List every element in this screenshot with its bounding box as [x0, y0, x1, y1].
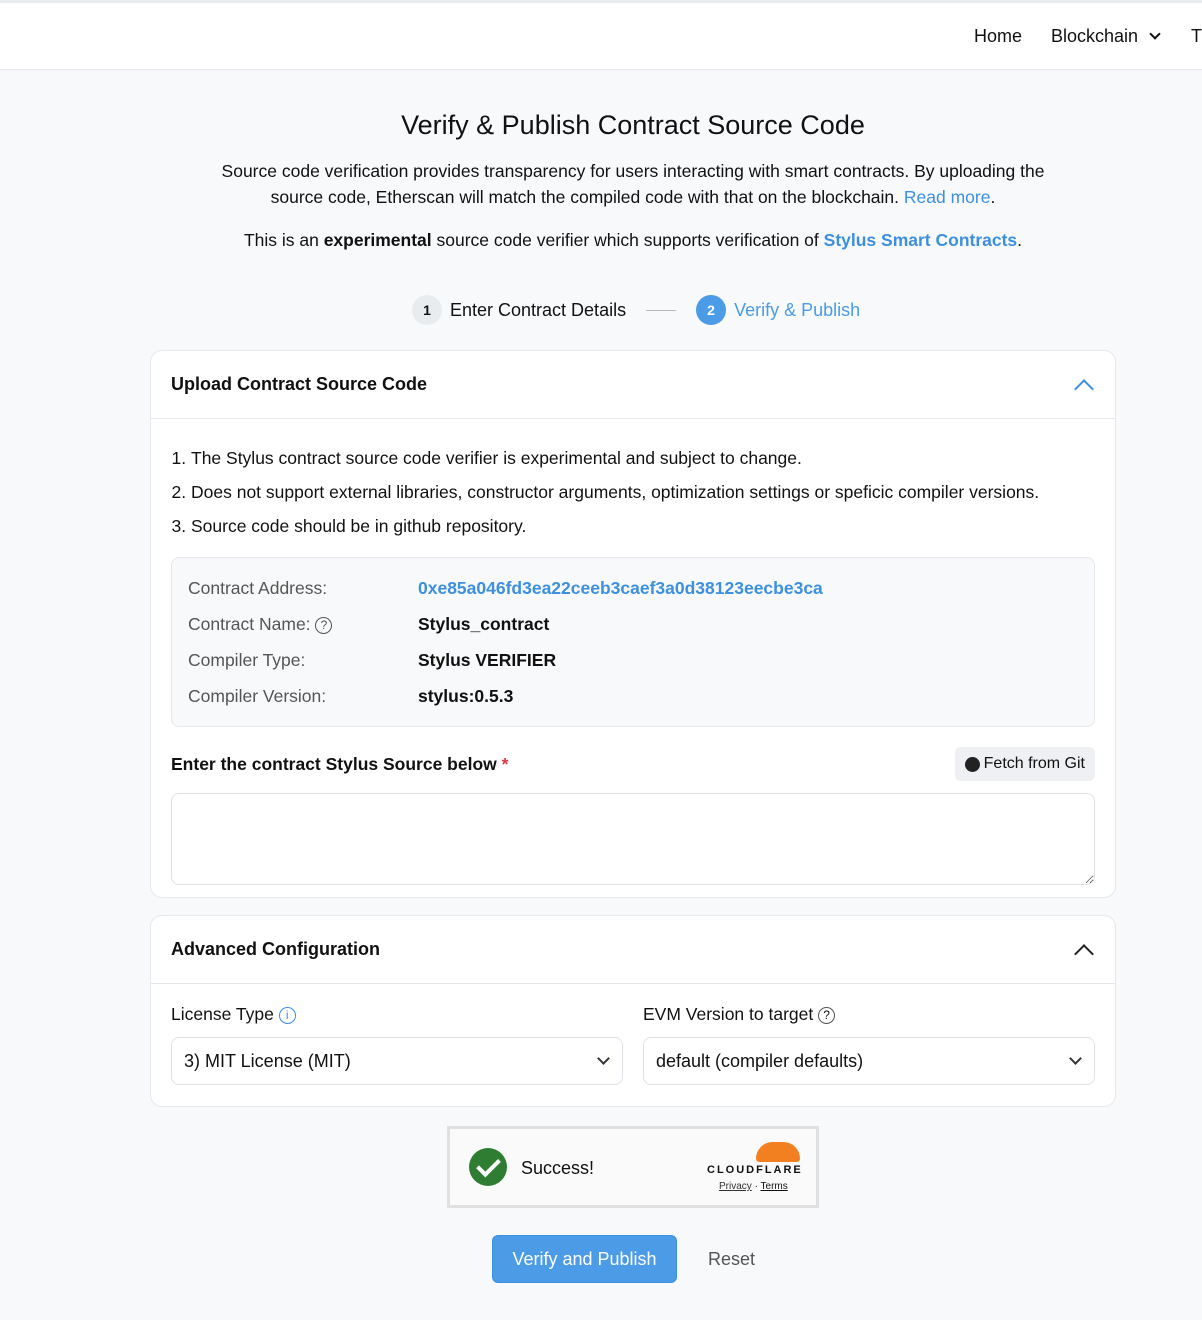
fetch-from-git-button[interactable]: Fetch from Git — [954, 747, 1095, 781]
privacy-link[interactable]: Privacy — [719, 1181, 752, 1192]
nav-home[interactable]: Home — [974, 26, 1022, 47]
step-1-label: Enter Contract Details — [450, 299, 627, 320]
contract-address-link[interactable]: 0xe85a046fd3ea22ceeb3caef3a0d38123eecbe3… — [418, 578, 823, 599]
upload-card-header[interactable]: Upload Contract Source Code — [151, 351, 1115, 419]
info-value: Stylus VERIFIER — [418, 649, 557, 670]
evm-select[interactable]: default (compiler defaults) — [643, 1037, 1095, 1085]
exp-text-2: source code verifier which supports veri… — [431, 230, 824, 250]
notes-list: The Stylus contract source code verifier… — [191, 441, 1115, 543]
license-select[interactable]: 3) MIT License (MIT) — [171, 1037, 623, 1085]
required-mark: * — [501, 753, 509, 774]
experimental-note: This is an experimental source code veri… — [243, 230, 1023, 250]
chevron-up-icon[interactable] — [1074, 378, 1094, 399]
info-key: Contract Name: ? — [188, 614, 418, 635]
read-more-link[interactable]: Read more — [904, 187, 991, 207]
captcha-status: Success! — [521, 1158, 595, 1178]
nav-tokens[interactable]: T — [1191, 26, 1202, 47]
page-title: Verify & Publish Contract Source Code — [401, 110, 865, 140]
info-value: Stylus_contract — [418, 613, 550, 634]
chevron-down-icon — [1149, 28, 1161, 40]
reset-button[interactable]: Reset — [708, 1249, 755, 1270]
info-icon[interactable]: i — [278, 1007, 296, 1024]
info-key: Compiler Version: — [188, 685, 327, 706]
info-value: stylus:0.5.3 — [418, 685, 514, 706]
upload-card-title: Upload Contract Source Code — [171, 374, 428, 394]
note-item: Source code should be in github reposito… — [191, 509, 1115, 543]
terms-link[interactable]: Terms — [761, 1181, 788, 1192]
github-icon — [964, 756, 980, 772]
success-check-icon — [469, 1148, 507, 1186]
exp-text: This is an — [243, 230, 324, 250]
chevron-down-icon — [1069, 1052, 1082, 1065]
evm-field: EVM Version to target ? default (compile… — [643, 1004, 1095, 1085]
advanced-card: Advanced Configuration License Type i 3)… — [150, 915, 1116, 1107]
stepper: 1 Enter Contract Details 2 Verify & Publ… — [412, 295, 860, 325]
source-code-textarea[interactable] — [171, 793, 1095, 885]
step-divider — [646, 309, 677, 311]
link-separator: · — [754, 1181, 758, 1192]
nav-blockchain[interactable]: Blockchain — [1051, 26, 1161, 47]
license-field: License Type i 3) MIT License (MIT) — [171, 1004, 623, 1085]
fetch-label: Fetch from Git — [983, 755, 1085, 772]
chevron-up-icon[interactable] — [1074, 943, 1094, 964]
exp-bold: experimental — [323, 230, 432, 250]
note-item: The Stylus contract source code verifier… — [191, 441, 1115, 475]
cloudflare-logo: CLOUDFLARE — [707, 1164, 803, 1176]
contract-info: Contract Address: 0xe85a046fd3ea22ceeb3ca… — [171, 557, 1095, 727]
step-1-number: 1 — [412, 295, 442, 325]
advanced-card-title: Advanced Configuration — [171, 939, 381, 959]
source-label: Enter the contract Stylus Source below * — [171, 754, 508, 775]
navbar: Home Blockchain T — [0, 3, 1202, 70]
stylus-link[interactable]: Stylus Smart Contracts — [824, 230, 1018, 250]
license-label: License Type — [171, 1004, 274, 1024]
evm-value: default (compiler defaults) — [656, 1050, 864, 1071]
info-key: Contract Address: — [188, 577, 328, 598]
verify-and-publish-button[interactable]: Verify and Publish — [492, 1235, 677, 1283]
note-item: Does not support external libraries, con… — [191, 475, 1115, 509]
step-2-label: Verify & Publish — [734, 299, 861, 320]
chevron-down-icon — [597, 1052, 610, 1065]
license-value: 3) MIT License (MIT) — [184, 1050, 351, 1071]
help-icon[interactable]: ? — [315, 616, 333, 634]
evm-label: EVM Version to target — [643, 1004, 814, 1024]
advanced-card-header[interactable]: Advanced Configuration — [151, 916, 1115, 984]
page-description: Source code verification provides transp… — [221, 161, 1045, 207]
cloudflare-cloud-icon — [756, 1142, 800, 1162]
nav-blockchain-label: Blockchain — [1051, 26, 1139, 46]
source-label-text: Enter the contract Stylus Source below — [171, 753, 497, 774]
help-icon[interactable]: ? — [818, 1007, 836, 1024]
cloudflare-captcha[interactable]: Success! CLOUDFLARE Privacy · Terms — [447, 1126, 819, 1208]
info-key: Compiler Type: — [188, 649, 306, 670]
source-row: Enter the contract Stylus Source below *… — [171, 747, 1095, 781]
step-2-number: 2 — [696, 295, 727, 325]
info-key-text: Contract Name: — [188, 613, 311, 634]
upload-card: Upload Contract Source Code The Stylus c… — [150, 350, 1116, 898]
